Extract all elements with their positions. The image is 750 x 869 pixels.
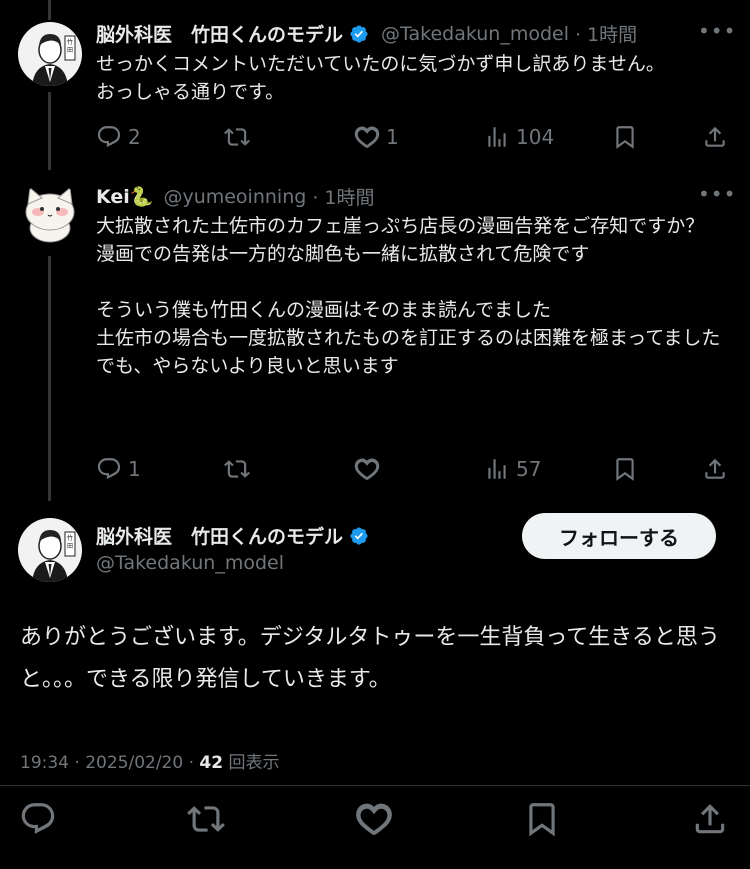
reply-text: せっかくコメントいただいていたのに気づかず申し訳ありません。 おっしゃる通りです… [96, 53, 665, 103]
views-icon [488, 127, 506, 147]
share-icon [695, 804, 725, 834]
views-button[interactable]: 104 [484, 124, 554, 150]
reply-button[interactable]: 1 [96, 456, 141, 482]
reply-icon [97, 458, 121, 480]
like-count: 1 [386, 125, 399, 149]
share-icon [705, 458, 725, 479]
svg-text:竹: 竹 [67, 534, 73, 542]
reply-button[interactable]: 2 [96, 124, 141, 150]
heart-icon [354, 126, 380, 148]
retweet-button[interactable] [224, 124, 250, 150]
post-time[interactable]: · 1時間 [312, 183, 374, 210]
thread-line [48, 0, 51, 20]
views-label: 回表示 [223, 753, 280, 773]
bookmark-button[interactable] [523, 800, 561, 842]
share-button[interactable] [702, 124, 728, 150]
author-name[interactable]: Kei🐍 [96, 185, 153, 208]
like-button[interactable]: 1 [354, 124, 399, 150]
svg-text:田: 田 [67, 543, 73, 550]
post-time[interactable]: · 1時間 [575, 20, 637, 47]
avatar[interactable]: 竹 田 [18, 518, 82, 582]
retweet-button[interactable] [224, 456, 250, 482]
tweet-meta: 19:34 · 2025/02/20 · 42 回表示 [20, 748, 279, 773]
timestamp[interactable]: 19:34 · 2025/02/20 · [20, 753, 199, 773]
views-count: 42 [199, 753, 224, 773]
author-name[interactable]: 脳外科医 竹田くんのモデル [96, 20, 343, 47]
retweet-icon [224, 128, 250, 146]
more-options-icon[interactable]: ••• [698, 182, 736, 206]
verified-badge-icon [349, 24, 369, 44]
views-count: 57 [516, 457, 542, 481]
retweet-button[interactable] [187, 800, 225, 842]
views-button[interactable]: 57 [484, 456, 541, 482]
share-icon [705, 126, 725, 147]
like-button[interactable] [355, 800, 393, 842]
avatar[interactable]: 竹 田 [18, 22, 82, 86]
share-button[interactable] [702, 456, 728, 482]
reply-button[interactable] [19, 800, 57, 842]
tweet-text: ありがとうございます。デジタルタトゥーを一生背負って生きると思うと。。。できる限… [20, 625, 720, 692]
bookmark-icon [616, 458, 634, 481]
heart-icon [354, 458, 380, 480]
share-button[interactable] [691, 800, 729, 842]
views-count: 104 [516, 125, 555, 149]
bookmark-button[interactable] [612, 124, 638, 150]
author-name[interactable]: 脳外科医 竹田くんのモデル [96, 522, 343, 549]
bookmark-icon [616, 126, 634, 149]
author-handle[interactable]: @Takedakun_model [381, 23, 569, 45]
bookmark-button[interactable] [612, 456, 638, 482]
more-options-icon[interactable]: ••• [698, 19, 736, 43]
reply-text: 大拡散された土佐市のカフェ崖っぷち店長の漫画告発をご存知ですか？ 漫画での告発は… [96, 215, 721, 377]
svg-text:田: 田 [67, 47, 73, 54]
author-handle[interactable]: @yumeoinning [163, 186, 306, 208]
reply-icon [21, 803, 55, 834]
bookmark-icon [529, 803, 555, 837]
author-handle[interactable]: @Takedakun_model [96, 552, 284, 574]
thread-line [48, 92, 51, 170]
divider [0, 785, 750, 786]
retweet-icon [224, 460, 250, 478]
avatar[interactable] [18, 182, 82, 246]
reply-icon [97, 126, 121, 148]
like-button[interactable] [354, 456, 380, 482]
views-icon [488, 459, 506, 479]
retweet-icon [187, 806, 225, 832]
thread-line [48, 256, 51, 501]
svg-text:竹: 竹 [67, 38, 73, 46]
heart-icon [356, 803, 392, 836]
reply-count: 1 [128, 457, 141, 481]
follow-button[interactable]: フォローする [522, 513, 716, 559]
verified-badge-icon [349, 526, 369, 546]
reply-count: 2 [128, 125, 141, 149]
